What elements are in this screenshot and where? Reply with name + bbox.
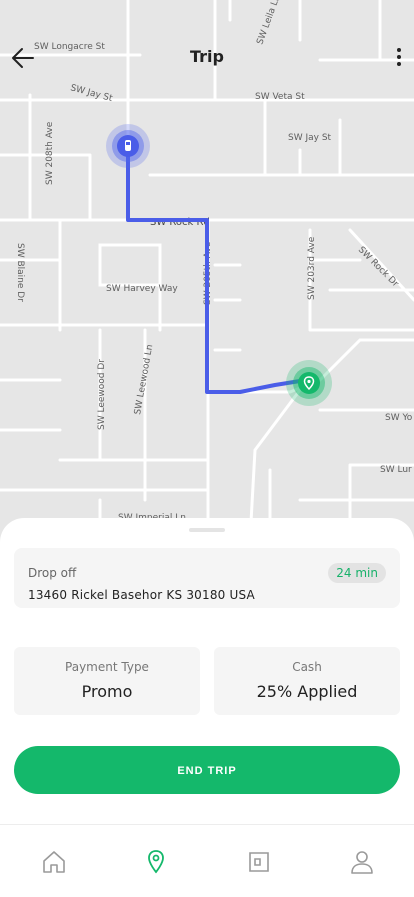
- tab-profile[interactable]: [347, 847, 377, 877]
- street-label: SW Jay St: [288, 133, 332, 143]
- street-label: SW 208th Ave: [45, 121, 55, 185]
- tab-home[interactable]: [39, 847, 69, 877]
- dropoff-label: Drop off: [28, 566, 77, 580]
- street-label: SW Rock Dr: [356, 245, 400, 289]
- tab-trip[interactable]: [141, 847, 171, 877]
- page-title: Trip: [190, 47, 224, 66]
- route-line: [126, 146, 301, 394]
- location-pin-icon: [303, 376, 315, 391]
- street-label: SW Leewood Dr: [97, 359, 107, 430]
- dropoff-card: Drop off 24 min 13460 Rickel Basehor KS …: [14, 548, 400, 608]
- driver-location-marker[interactable]: [106, 124, 150, 168]
- top-bar: Trip: [0, 0, 414, 115]
- user-icon: [351, 851, 373, 874]
- tab-wallet[interactable]: [244, 847, 274, 877]
- home-icon: [43, 851, 65, 873]
- street-label: SW Lur: [380, 465, 412, 475]
- bottom-tab-bar: [0, 824, 414, 897]
- destination-marker[interactable]: [286, 360, 332, 406]
- street-label: SW 203rd Ave: [307, 236, 317, 300]
- street-label: SW Leewood Ln: [133, 344, 155, 416]
- wallet-icon: [249, 852, 269, 872]
- cash-card[interactable]: Cash 25% Applied: [214, 647, 400, 715]
- more-vertical-icon: [397, 48, 401, 52]
- street-label: SW Yo: [385, 413, 413, 423]
- cash-value: 25% Applied: [256, 682, 358, 701]
- cash-label: Cash: [292, 660, 322, 674]
- street-label: SW Blaine Dr: [15, 243, 25, 302]
- more-options-button[interactable]: [394, 46, 404, 70]
- eta-badge: 24 min: [328, 563, 386, 583]
- payment-type-label: Payment Type: [65, 660, 149, 674]
- trip-details-sheet: Drop off 24 min 13460 Rickel Basehor KS …: [0, 518, 414, 824]
- street-label: SW Harvey Way: [106, 284, 178, 294]
- end-trip-button[interactable]: END TRIP: [14, 746, 400, 794]
- sheet-drag-handle[interactable]: [189, 528, 225, 532]
- payment-type-value: Promo: [81, 682, 133, 701]
- payment-type-card[interactable]: Payment Type Promo: [14, 647, 200, 715]
- dropoff-address: 13460 Rickel Basehor KS 30180 USA: [28, 588, 255, 602]
- location-pin-icon: [148, 850, 164, 874]
- car-icon: [125, 140, 131, 151]
